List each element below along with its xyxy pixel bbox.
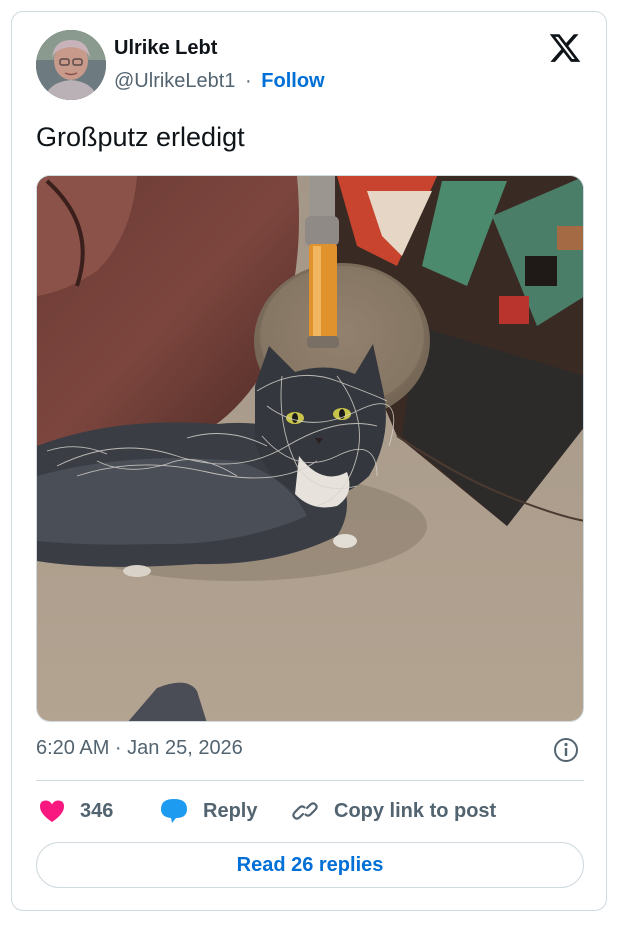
x-logo-icon[interactable] — [548, 31, 582, 65]
divider — [36, 780, 584, 781]
heart-icon — [40, 800, 64, 822]
post-timestamp[interactable]: 6:20 AM · Jan 25, 2026 — [36, 737, 243, 760]
author-handle[interactable]: @UlrikeLebt1 — [114, 70, 235, 92]
author-handle-row: @UlrikeLebt1 · Follow — [114, 70, 325, 93]
info-icon[interactable] — [553, 737, 579, 763]
copy-link-label: Copy link to post — [334, 799, 497, 822]
avatar[interactable] — [36, 30, 106, 100]
reply-label: Reply — [203, 799, 258, 822]
copy-link-button[interactable]: Copy link to post — [290, 796, 496, 826]
like-button[interactable]: 346 — [38, 796, 113, 826]
like-count: 346 — [80, 799, 114, 822]
reply-button[interactable]: Reply — [159, 796, 257, 826]
separator-dot: · — [245, 70, 252, 92]
post-text: Großputz erledigt — [36, 122, 245, 152]
reply-bubble-icon — [161, 799, 187, 823]
read-replies-button[interactable]: Read 26 replies — [36, 842, 584, 888]
link-icon — [292, 802, 318, 820]
post-photo[interactable] — [36, 175, 584, 722]
author-name[interactable]: Ulrike Lebt — [114, 37, 217, 60]
follow-button[interactable]: Follow — [261, 70, 324, 92]
